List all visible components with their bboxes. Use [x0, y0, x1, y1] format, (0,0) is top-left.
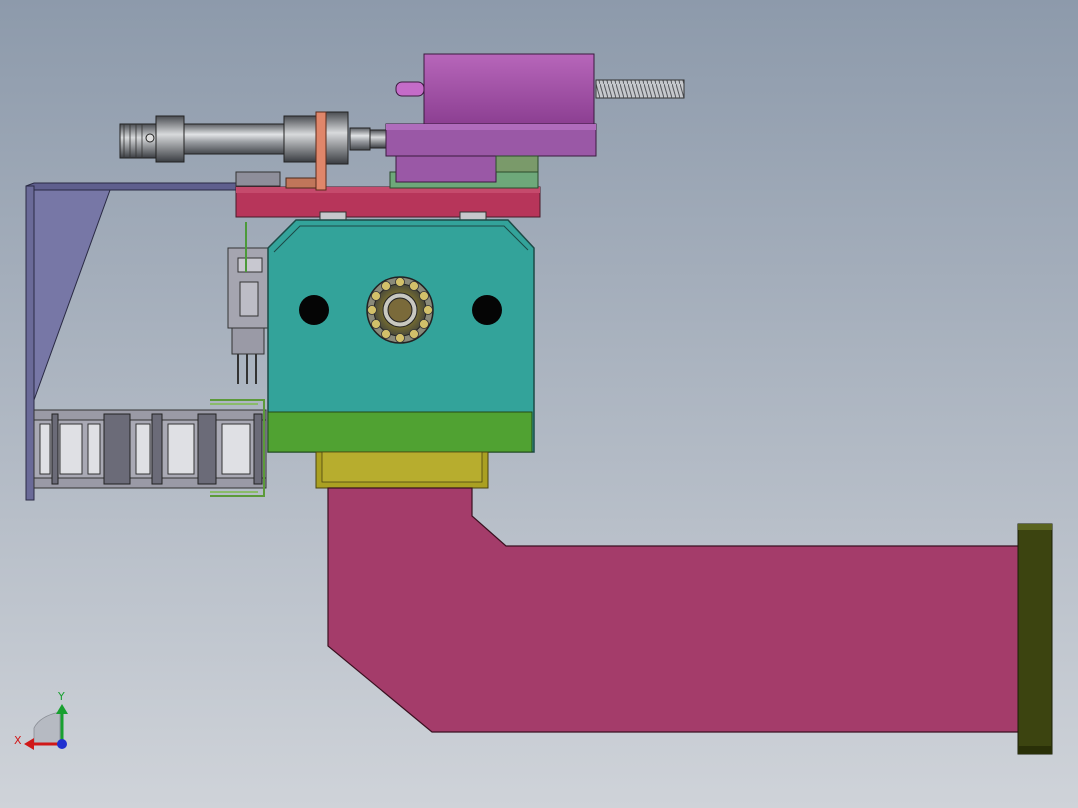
- bearing[interactable]: [366, 276, 434, 344]
- y-axis-label: Y: [57, 690, 65, 703]
- mounting-hole-left: [299, 295, 329, 325]
- x-axis-label: X: [14, 734, 22, 747]
- housing-block[interactable]: [267, 219, 535, 453]
- cad-viewport[interactable]: Y X: [0, 0, 1078, 808]
- coupling-block[interactable]: [315, 451, 489, 489]
- cable-drag-chain[interactable]: [33, 399, 267, 497]
- mounting-hole-right: [472, 295, 502, 325]
- end-flange-plate[interactable]: [1017, 523, 1053, 755]
- cad-drawing[interactable]: Y X: [0, 0, 1078, 808]
